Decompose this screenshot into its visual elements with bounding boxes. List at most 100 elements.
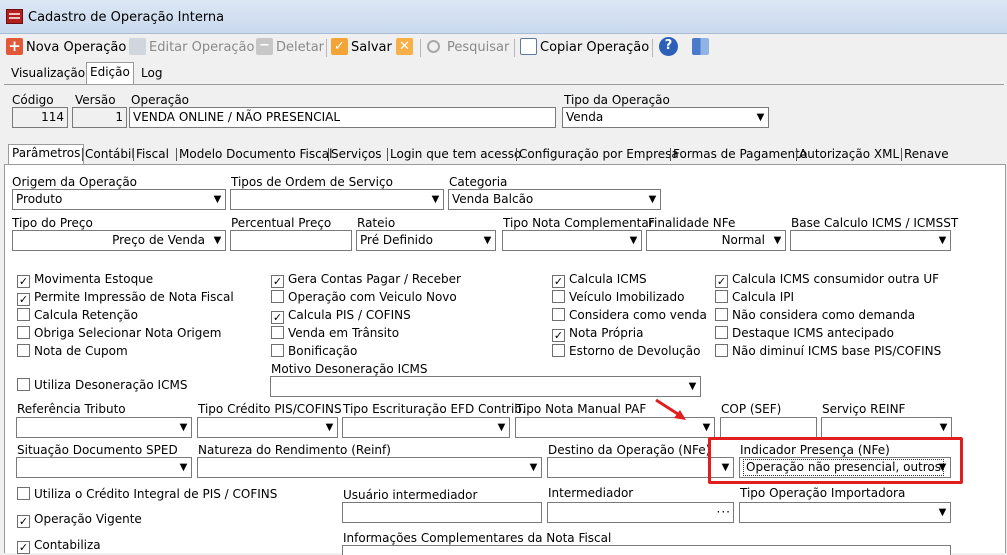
edit-operation-button[interactable]: Editar Operação (129, 37, 254, 58)
tipo-cred-label: Tipo Crédito PIS/COFINS (198, 402, 342, 416)
chevron-down-icon: ▼ (179, 462, 188, 473)
tab-visualizacao[interactable]: Visualização (8, 64, 88, 84)
tab-login[interactable]: Login que tem acesso (389, 146, 522, 164)
cop-field[interactable] (720, 417, 817, 438)
tab-config-empresa[interactable]: Configuração por Empresa (518, 146, 680, 164)
checkbox-operacao-vigente[interactable]: ✓ Operação Vigente (17, 512, 142, 528)
ref-trib-select[interactable]: ▼ (16, 417, 192, 438)
exit-button[interactable] (692, 37, 712, 58)
ellipsis-icon[interactable]: ··· (717, 503, 731, 522)
info-compl-textarea[interactable] (342, 545, 951, 555)
nota-compl-select[interactable]: ▼ (502, 230, 642, 251)
tab-divider (4, 84, 1004, 85)
categoria-select[interactable]: Venda Balcão ▼ (448, 189, 661, 210)
tab-separator (670, 148, 671, 161)
codigo-field[interactable]: 114 (12, 107, 68, 128)
main-tabs: Visualização Edição Log (8, 62, 308, 84)
finalidade-select[interactable]: Normal ▼ (646, 230, 786, 251)
checkbox-nota-cupom[interactable]: Nota de Cupom (17, 344, 128, 358)
tab-modelo-documento[interactable]: Modelo Documento Fiscal (178, 146, 333, 164)
new-operation-button[interactable]: + Nova Operação (6, 37, 126, 58)
origem-select[interactable]: Produto ▼ (12, 189, 226, 210)
chevron-down-icon: ▼ (325, 422, 334, 433)
tab-servicos[interactable]: Serviços (330, 146, 383, 164)
tab-log[interactable]: Log (138, 64, 165, 84)
checkbox-bonificacao[interactable]: Bonificação (271, 344, 357, 358)
search-icon (427, 40, 440, 53)
tab-formas-pagamento[interactable]: Formas de Pagamento (672, 146, 808, 164)
tipo-preco-select[interactable]: Preço de Venda ▼ (12, 230, 226, 251)
rateio-select[interactable]: Pré Definido ▼ (356, 230, 496, 251)
intermediador-field[interactable]: ··· (547, 502, 734, 523)
checkbox-calcula-pis-cofins[interactable]: ✓ Calcula PIS / COFINS (271, 308, 411, 324)
toolbar-separator (326, 39, 327, 57)
plus-icon: + (6, 38, 23, 55)
tab-edicao[interactable]: Edição (86, 62, 134, 84)
checkbox-box: ✓ (17, 515, 30, 528)
checkbox-label: Operação com Veiculo Novo (288, 290, 457, 304)
destino-select[interactable]: ▼ (547, 457, 734, 478)
checkbox-utiliza-desoneracao[interactable]: Utiliza Desoneração ICMS (17, 378, 187, 392)
chevron-down-icon: ▼ (938, 507, 947, 518)
checkbox-veiculo-novo[interactable]: Operação com Veiculo Novo (271, 290, 457, 304)
perc-preco-field[interactable] (230, 230, 352, 251)
tab-renave[interactable]: Renave (903, 146, 950, 164)
cancel-button[interactable]: ✕ (396, 37, 416, 58)
origem-value: Produto (16, 192, 63, 206)
checkbox-box (17, 326, 30, 339)
nat-rend-label: Natureza do Rendimento (Reinf) (198, 443, 391, 457)
checkbox-permite-impressao[interactable]: ✓ Permite Impressão de Nota Fiscal (17, 290, 234, 306)
checkbox-label: Permite Impressão de Nota Fiscal (34, 290, 234, 304)
checkbox-label: Estorno de Devolução (569, 344, 701, 358)
checkbox-calcula-retencao[interactable]: Calcula Retenção (17, 308, 138, 322)
check-icon: ✓ (331, 38, 348, 55)
tipo-op-import-label: Tipo Operação Importadora (740, 486, 906, 500)
checkbox-nota-propria[interactable]: ✓ Nota Própria (552, 326, 643, 342)
checkbox-box (715, 308, 728, 321)
tipo-operacao-label: Tipo da Operação (564, 93, 670, 107)
checkbox-obriga-nota-origem[interactable]: Obriga Selecionar Nota Origem (17, 326, 221, 340)
checkbox-contabiliza[interactable]: ✓ Contabiliza (17, 538, 101, 554)
checkbox-estorno-devolucao[interactable]: Estorno de Devolução (552, 344, 700, 358)
checkbox-nao-demanda[interactable]: Não considera como demanda (715, 308, 915, 322)
checkbox-label: Considera como venda (569, 308, 707, 322)
search-button[interactable]: Pesquisar (427, 37, 509, 58)
servico-reinf-select[interactable]: ▼ (821, 417, 952, 438)
checkbox-veiculo-imobilizado[interactable]: Veículo Imobilizado (552, 290, 685, 304)
checkbox-calcula-icms[interactable]: ✓ Calcula ICMS (552, 272, 647, 288)
base-icms-select[interactable]: ▼ (790, 230, 951, 251)
chevron-down-icon: ▼ (213, 194, 222, 205)
checkbox-icms-outra-uf[interactable]: ✓ Calcula ICMS consumidor outra UF (715, 272, 939, 288)
tipo-operacao-select[interactable]: Venda ▼ (562, 107, 769, 128)
chevron-down-icon: ▼ (688, 381, 697, 392)
checkbox-considera-venda[interactable]: Considera como venda (552, 308, 707, 322)
checkbox-gera-contas[interactable]: ✓ Gera Contas Pagar / Receber (271, 272, 461, 288)
tab-fiscal[interactable]: Fiscal (135, 146, 170, 164)
save-button[interactable]: ✓ Salvar (331, 37, 392, 58)
tab-contabil[interactable]: Contábil (84, 146, 136, 164)
operacao-field[interactable]: VENDA ONLINE / NÃO PRESENCIAL (129, 107, 556, 128)
tipo-escr-select[interactable]: ▼ (342, 417, 510, 438)
tipo-cred-select[interactable]: ▼ (197, 417, 338, 438)
versao-field[interactable]: 1 (72, 107, 127, 128)
checkbox-nao-diminui-icms[interactable]: Não diminuí ICMS base PIS/COFINS (715, 344, 941, 358)
nat-rend-select[interactable]: ▼ (197, 457, 542, 478)
usuario-int-field[interactable] (342, 502, 542, 523)
sit-doc-select[interactable]: ▼ (16, 457, 192, 478)
base-icms-label: Base Calculo ICMS / ICMSST (791, 216, 959, 230)
checkbox-destaque-icms[interactable]: Destaque ICMS antecipado (715, 326, 894, 340)
tab-parametros[interactable]: Parâmetros (8, 144, 85, 165)
checkbox-venda-transito[interactable]: Venda em Trânsito (271, 326, 399, 340)
tipo-op-import-select[interactable]: ▼ (739, 502, 951, 523)
checkbox-calcula-ipi[interactable]: Calcula IPI (715, 290, 794, 304)
delete-button[interactable]: − Deletar (256, 37, 324, 58)
tab-autorizacao-xml[interactable]: Autorização XML (798, 146, 900, 164)
copy-operation-button[interactable]: Copiar Operação (520, 37, 649, 58)
checkbox-credito-integral[interactable]: Utiliza o Crédito Integral de PIS / COFI… (17, 487, 277, 501)
checkbox-movimenta-estoque[interactable]: ✓ Movimenta Estoque (17, 272, 153, 288)
motivo-deson-select[interactable]: ▼ (270, 376, 701, 397)
help-button[interactable]: ? (659, 37, 681, 58)
checkbox-box: ✓ (17, 541, 30, 554)
checkbox-box: ✓ (715, 275, 728, 288)
tipos-os-select[interactable]: ▼ (230, 189, 444, 210)
